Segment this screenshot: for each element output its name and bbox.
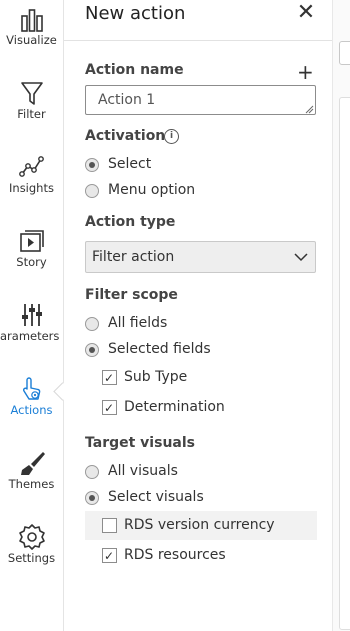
activation-label: Activation	[85, 128, 166, 144]
rail-item-settings[interactable]: Settings	[0, 518, 63, 588]
checkbox-label: RDS resources	[124, 547, 226, 563]
canvas-control[interactable]	[339, 41, 350, 65]
select-value: Filter action	[92, 249, 175, 265]
target-visuals-label: Target visuals	[85, 435, 195, 451]
close-icon[interactable]: ✕	[294, 2, 318, 26]
rail-item-filter[interactable]: Filter	[0, 74, 63, 144]
story-icon	[19, 230, 44, 252]
rail-item-visualize[interactable]: Visualize	[0, 0, 63, 70]
insights-icon	[18, 156, 44, 177]
rail-item-story[interactable]: Story	[0, 222, 63, 292]
brush-icon	[20, 452, 45, 475]
checkbox-label: Sub Type	[124, 369, 188, 385]
radio-button[interactable]	[85, 158, 99, 172]
rail-item-label: Filter	[17, 107, 46, 121]
radio-label: Menu option	[108, 182, 196, 198]
rail-item-themes[interactable]: Themes	[0, 444, 63, 514]
canvas-edge	[332, 0, 350, 631]
rail-item-label: Themes	[8, 477, 55, 491]
radio-label: Select	[108, 156, 152, 172]
rail-item-actions[interactable]: Actions	[0, 370, 63, 440]
checkbox[interactable]	[102, 518, 117, 533]
radio-button[interactable]	[85, 184, 99, 198]
radio-label: All fields	[108, 315, 168, 331]
action-name-label: Action name	[85, 62, 184, 78]
bar-chart-icon	[20, 9, 43, 32]
panel-header: New action ✕	[64, 0, 332, 41]
radio-label: All visuals	[108, 463, 178, 479]
resize-grip-icon[interactable]	[304, 104, 314, 114]
rail-item-label: Story	[16, 255, 47, 269]
action-type-label: Action type	[85, 214, 176, 230]
checkbox[interactable]: ✓	[102, 400, 117, 415]
radio-label: Selected fields	[108, 341, 211, 357]
action-name-input[interactable]	[85, 85, 316, 115]
rail-item-label: Settings	[7, 551, 56, 565]
rail-item-label: Insights	[9, 181, 54, 195]
radio-button[interactable]	[85, 343, 99, 357]
checkmark-icon: ✓	[104, 401, 115, 415]
info-icon[interactable]: i	[164, 129, 179, 144]
panel-title: New action	[85, 3, 186, 24]
checkbox-label: RDS version currency	[124, 517, 275, 533]
canvas-sheet	[339, 97, 350, 630]
filter-scope-label: Filter scope	[85, 287, 178, 303]
radio-button[interactable]	[85, 317, 99, 331]
radio-button[interactable]	[85, 465, 99, 479]
rail-item-label: arameters	[0, 329, 60, 343]
radio-label: Select visuals	[108, 489, 204, 505]
rail-item-label: Visualize	[6, 33, 57, 47]
chevron-down-icon	[294, 253, 308, 262]
pointer-icon	[22, 377, 40, 400]
checkbox[interactable]: ✓	[102, 370, 117, 385]
rail-item-parameters[interactable]: arameters	[0, 296, 63, 366]
radio-button[interactable]	[85, 491, 99, 505]
add-icon[interactable]: +	[297, 60, 314, 84]
funnel-icon	[20, 82, 43, 105]
checkbox[interactable]: ✓	[102, 548, 117, 563]
checkmark-icon: ✓	[104, 371, 115, 385]
rail-item-insights[interactable]: Insights	[0, 148, 63, 218]
left-nav-rail: Visualize Filter Insights Story arameter…	[0, 0, 64, 631]
rail-item-label: Actions	[10, 403, 53, 417]
checkmark-icon: ✓	[104, 549, 115, 563]
sliders-icon	[21, 304, 42, 326]
action-type-select[interactable]: Filter action	[85, 241, 316, 273]
checkbox-label: Determination	[124, 399, 225, 415]
gear-icon	[18, 524, 45, 550]
